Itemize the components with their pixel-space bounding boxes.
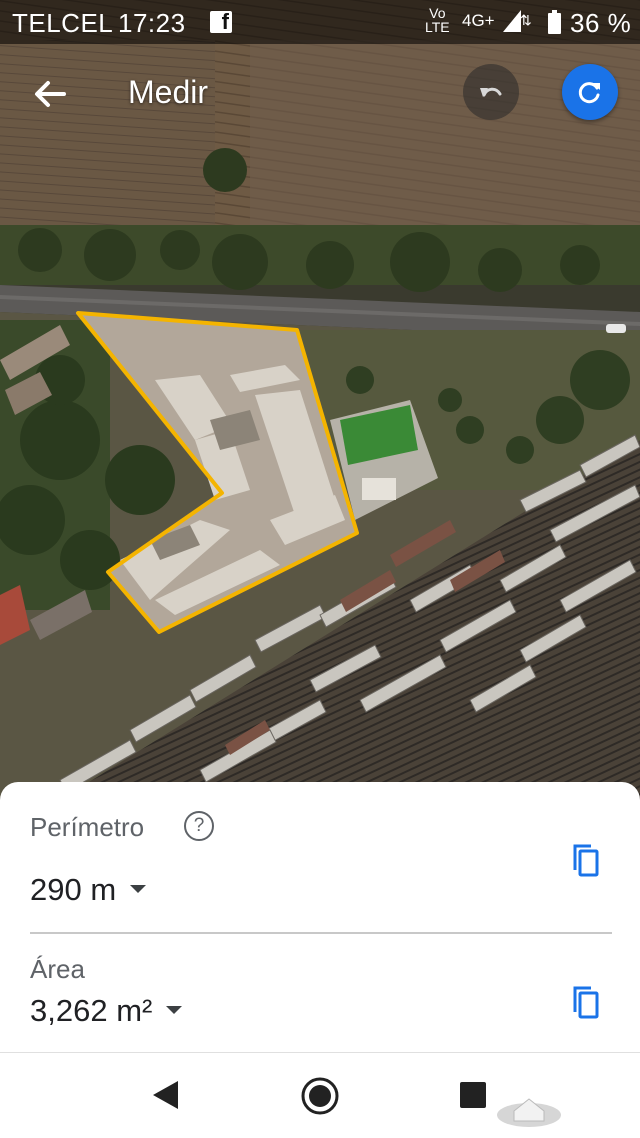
- status-bar: TELCEL 17:23 f Vo LTE 4G+ ⇅ 36 %: [0, 0, 640, 44]
- network-type: 4G+: [462, 11, 495, 30]
- nav-home-icon[interactable]: [299, 1075, 341, 1117]
- area-value: 3,262 m²: [30, 993, 153, 1028]
- volte-bottom-text: LTE: [425, 19, 450, 35]
- help-icon[interactable]: ?: [184, 811, 214, 841]
- volte-indicator: Vo LTE: [425, 6, 450, 34]
- data-activity-icon: ⇅: [520, 12, 532, 28]
- area-value-dropdown[interactable]: 3,262 m²: [30, 993, 183, 1029]
- refresh-icon: [578, 82, 600, 104]
- undo-button[interactable]: [463, 64, 519, 120]
- perimeter-value-dropdown[interactable]: 290 m: [30, 872, 147, 908]
- nav-back-icon[interactable]: [150, 1079, 180, 1111]
- chevron-down-icon: [130, 884, 147, 893]
- watermark-logo-icon: [497, 1098, 561, 1127]
- back-button[interactable]: [28, 72, 72, 116]
- page-title: Medir: [128, 74, 209, 110]
- arrow-back-icon: [35, 81, 66, 107]
- copy-icon: [573, 986, 599, 1019]
- battery-icon: [548, 10, 561, 34]
- toolbar: Medir: [0, 44, 640, 144]
- perimeter-label: Perímetro: [30, 812, 145, 842]
- chevron-down-icon: [166, 1005, 183, 1014]
- refresh-button[interactable]: [562, 64, 618, 120]
- measurement-panel: Perímetro ? 290 m Área 3,262 m²: [0, 782, 640, 1052]
- system-navigation-bar: [0, 1052, 640, 1138]
- copy-icon: [573, 844, 599, 877]
- perimeter-value: 290 m: [30, 872, 117, 907]
- copy-area-button[interactable]: [569, 984, 601, 1020]
- divider: [30, 932, 612, 934]
- clock: 17:23: [118, 8, 186, 38]
- area-label: Área: [30, 954, 85, 984]
- signal-icon: [503, 10, 521, 32]
- undo-icon: [480, 87, 502, 97]
- carrier-name: TELCEL: [12, 8, 114, 38]
- facebook-icon: f: [210, 9, 232, 34]
- nav-recents-icon[interactable]: [459, 1081, 487, 1109]
- copy-perimeter-button[interactable]: [569, 842, 601, 878]
- battery-percent: 36 %: [570, 8, 632, 38]
